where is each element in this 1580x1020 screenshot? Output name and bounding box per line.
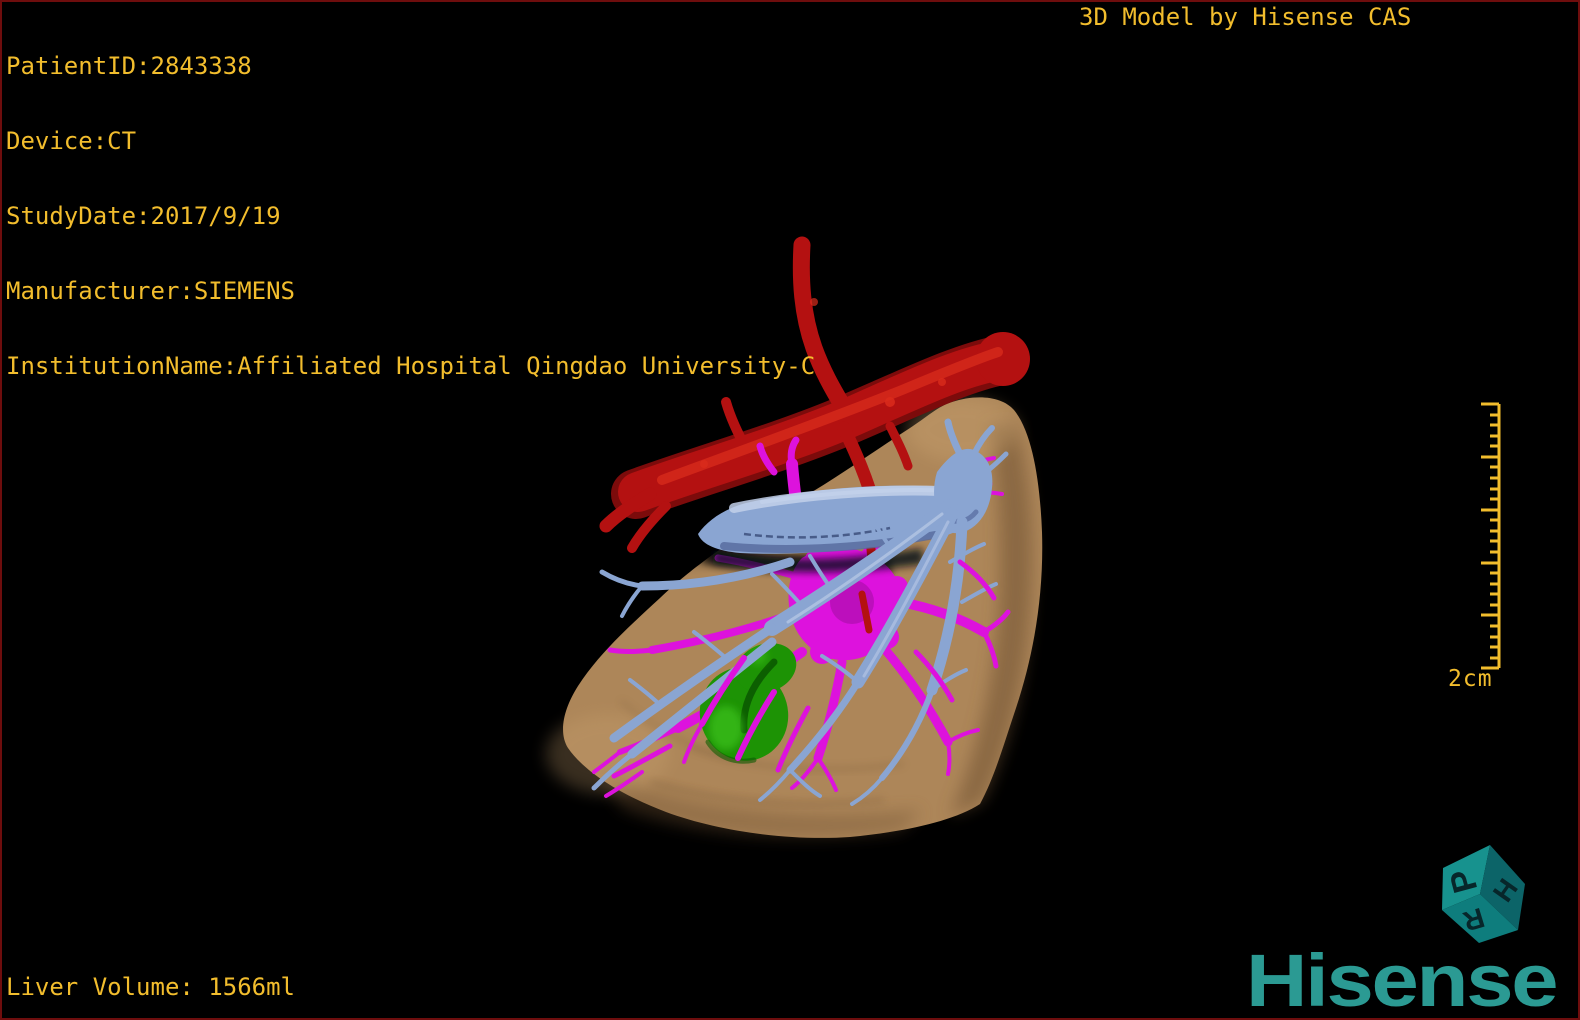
3d-viewport[interactable]: P H R PatientID:2843338 Device:CT StudyD… bbox=[0, 0, 1580, 1020]
hisense-logo: Hisense bbox=[1246, 939, 1559, 1020]
device-line: Device:CT bbox=[6, 127, 137, 155]
scale-label: 2cm bbox=[1448, 666, 1493, 692]
patient-id-line: PatientID:2843338 bbox=[6, 52, 252, 80]
institution-line: InstitutionName:Affiliated Hospital Qing… bbox=[6, 352, 816, 380]
study-date-line: StudyDate:2017/9/19 bbox=[6, 202, 281, 230]
orientation-cube[interactable]: P H R bbox=[1442, 845, 1525, 943]
watermark-title: 3D Model by Hisense CAS bbox=[1079, 3, 1412, 31]
manufacturer-line: Manufacturer:SIEMENS bbox=[6, 277, 295, 305]
scale-ruler bbox=[1481, 402, 1501, 670]
liver-volume-label: Liver Volume: 1566ml bbox=[6, 973, 295, 1001]
patient-info-block: PatientID:2843338 Device:CT StudyDate:20… bbox=[6, 4, 815, 429]
